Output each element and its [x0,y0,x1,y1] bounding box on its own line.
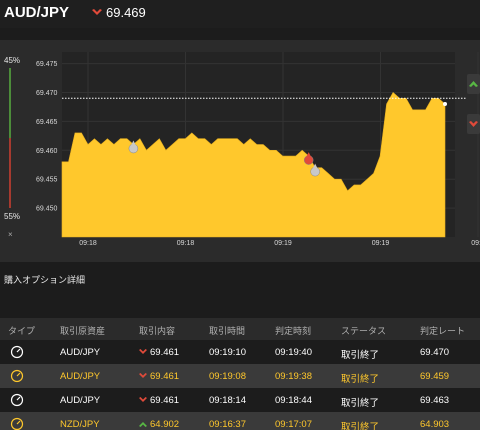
header-judge-rate: 判定レート [420,326,466,336]
table-row[interactable]: AUD/JPY 69.461 09:19:10 09:19:40 取引終了 69… [0,340,480,364]
x-tick-label: 09:19 [274,240,292,247]
row-content: 69.461 [139,347,179,358]
up-arrow-icon [469,81,478,87]
y-tick-label: 69.470 [36,90,58,97]
row-content: 64.902 [139,419,179,430]
clock-icon [10,393,24,407]
row-asset: AUD/JPY [60,395,101,406]
row-rate: 64.902 [150,419,180,430]
clock-icon [10,345,24,359]
row-judge-time: 09:17:07 [275,419,312,430]
row-content: 69.461 [139,371,179,382]
x-tick-label: 09:18 [177,240,195,247]
row-judge-time: 09:18:44 [275,395,312,406]
clock-icon [10,369,24,383]
low-button[interactable] [467,114,480,134]
table-header: タイプ 取引原資産 取引内容 取引時間 判定時刻 ステータス 判定レート [0,318,480,340]
header-asset: 取引原資産 [60,326,106,336]
row-rate: 69.461 [150,347,180,358]
row-judge-time: 09:19:40 [275,347,312,358]
row-asset: AUD/JPY [60,347,101,358]
row-status: 取引終了 [341,398,380,409]
row-rate: 69.461 [150,371,180,382]
down-arrow-icon [92,9,102,15]
table-row[interactable]: AUD/JPY 69.461 09:18:14 09:18:44 取引終了 69… [0,388,480,412]
header-bar: AUD/JPY 69.469 [0,0,480,28]
price-chart: 09:18 09:18 09:19 09:19 09:1 69.475 69.470 69.4… [36,52,480,247]
header-trade-time: 取引時間 [209,326,246,336]
header-type: タイプ [8,326,36,336]
row-status: 取引終了 [341,350,380,361]
row-asset: NZD/JPY [60,419,100,430]
row-rate: 69.461 [150,395,180,406]
current-price-dot [443,102,447,107]
y-tick-label: 69.450 [36,206,58,213]
header-status: ステータス [341,326,387,336]
x-tick-label: 09:1 [471,240,480,247]
row-trade-time: 09:19:10 [209,347,246,358]
row-trade-time: 09:18:14 [209,395,246,406]
row-judge-rate: 64.903 [420,419,450,430]
down-arrow-icon [139,349,147,355]
y-tick-label: 69.475 [36,61,58,68]
y-tick-label: 69.465 [36,119,58,126]
down-arrow-icon [139,373,147,379]
row-judge-time: 09:19:38 [275,371,312,382]
y-tick-label: 69.460 [36,148,58,155]
x-tick-label: 09:19 [372,240,390,247]
current-price: 69.469 [106,5,146,20]
down-arrow-icon [139,397,147,403]
row-trade-time: 09:19:08 [209,371,246,382]
currency-pair-title: AUD/JPY [4,4,70,21]
header-judge-time: 判定時刻 [275,326,312,336]
row-trade-time: 09:16:37 [209,419,246,430]
header-content: 取引内容 [139,326,176,336]
table-row[interactable]: AUD/JPY 69.461 09:19:08 09:19:38 取引終了 69… [0,364,480,388]
table-row[interactable]: NZD/JPY 64.902 09:16:37 09:17:07 取引終了 64… [0,412,480,430]
row-asset: AUD/JPY [60,371,101,382]
high-button[interactable] [467,74,480,94]
row-status: 取引終了 [341,374,380,385]
purchase-table: タイプ 取引原資産 取引内容 取引時間 判定時刻 ステータス 判定レート AUD… [0,318,480,430]
row-status: 取引終了 [341,422,380,430]
y-tick-label: 69.455 [36,177,58,184]
purchase-details-title: 購入オプション詳細 [4,275,86,285]
row-content: 69.461 [139,395,179,406]
up-arrow-icon [139,422,147,428]
x-tick-label: 09:18 [79,240,97,247]
down-arrow-icon [469,121,478,127]
row-judge-rate: 69.459 [420,371,450,382]
row-judge-rate: 69.470 [420,347,450,358]
clock-icon [10,417,24,430]
row-judge-rate: 69.463 [420,395,450,406]
